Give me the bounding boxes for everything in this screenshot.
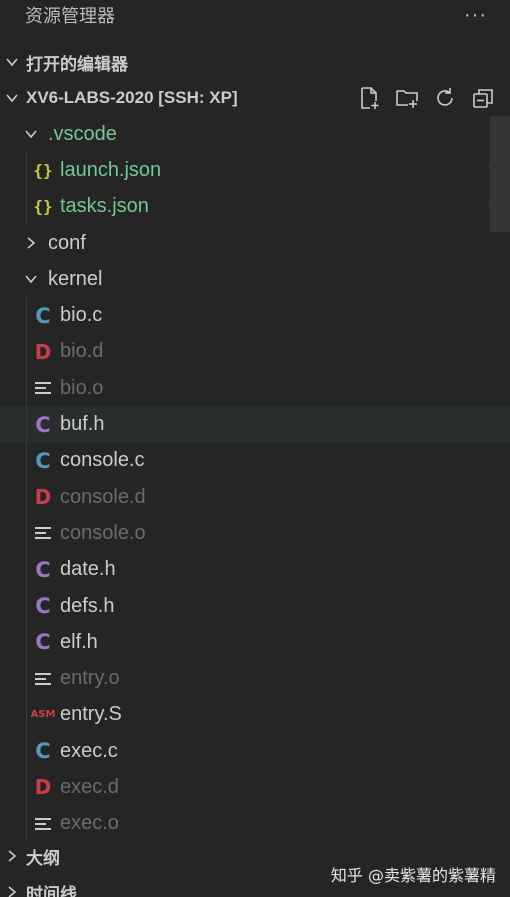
indent-guide (26, 660, 27, 697)
indent-guide (26, 370, 27, 407)
json-file-icon: {} (33, 197, 53, 217)
tree-file-row[interactable]: ASM entry.S (0, 696, 510, 734)
tree-file-row[interactable]: Cbuf.h (0, 406, 510, 443)
h-file-icon: C (35, 630, 51, 655)
tree-item-label: buf.h (60, 413, 105, 436)
tree-item-label: launch.json (60, 158, 162, 181)
tree-item-label: console.c (60, 449, 145, 472)
indent-guide (26, 624, 27, 661)
tree-item-label: exec.c (60, 739, 118, 762)
object-file-icon (32, 668, 54, 690)
object-file-icon (32, 813, 54, 835)
h-file-icon: C (35, 557, 51, 582)
object-file-icon (32, 522, 54, 544)
explorer-title: 资源管理器 (25, 6, 115, 26)
chevron-right-icon (20, 232, 42, 254)
tree-item-label: console.o (60, 521, 146, 544)
indent-guide (26, 587, 27, 625)
chevron-down-icon (2, 52, 22, 72)
json-file-icon: {} (33, 160, 53, 180)
c-file-icon: C (35, 448, 51, 473)
indent-guide (26, 406, 27, 443)
c-file-icon: C (35, 303, 51, 328)
tree-file-row[interactable]: Cexec.c (0, 733, 510, 770)
indent-guide (26, 478, 27, 516)
tree-item-label: exec.d (60, 775, 119, 798)
chevron-right-icon (2, 882, 22, 897)
d-file-icon: D (34, 339, 52, 364)
chevron-down-icon (2, 88, 22, 108)
tree-file-row[interactable]: {}tasks.jsonU (0, 188, 510, 225)
tree-file-row[interactable]: Dconsole.d (0, 478, 510, 516)
tree-file-row[interactable]: bio.o (0, 370, 510, 407)
indent-guide (26, 733, 27, 770)
tree-item-label: bio.o (60, 376, 104, 399)
d-file-icon: D (34, 485, 52, 510)
explorer-title-bar: 资源管理器 ··· (0, 0, 510, 30)
tree-item-label: date.h (60, 558, 116, 581)
tree-item-label: defs.h (60, 594, 115, 617)
chevron-right-icon (2, 846, 22, 866)
tree-item-label: entry.S (60, 703, 122, 726)
indent-guide (26, 152, 27, 189)
watermark: 知乎 @卖紫薯的紫薯精 (330, 866, 496, 885)
collapse-all-icon[interactable] (470, 85, 496, 111)
tree-item-label: tasks.json (60, 195, 149, 218)
tree-file-row[interactable]: {}launch.jsonU (0, 152, 510, 189)
indent-guide (26, 333, 27, 371)
new-folder-icon[interactable] (394, 85, 420, 111)
tree-file-row[interactable]: Cbio.c (0, 297, 510, 334)
tree-folder-row[interactable]: .vscode● (0, 116, 510, 152)
tree-item-label: bio.c (60, 304, 103, 327)
outline-label: 大纲 (26, 848, 60, 868)
indent-guide (26, 696, 27, 734)
h-file-icon: C (35, 594, 51, 618)
c-file-icon: C (35, 739, 51, 764)
tree-item-label: .vscode (48, 122, 117, 145)
tree-item-label: conf (48, 231, 86, 254)
tree-file-row[interactable]: console.o (0, 515, 510, 552)
timeline-label: 时间线 (26, 884, 77, 897)
tree-file-row[interactable]: exec.o (0, 805, 510, 842)
chevron-down-icon (20, 123, 42, 145)
new-file-icon[interactable] (356, 85, 382, 111)
indent-guide (26, 188, 27, 225)
explorer-toolbar (356, 85, 496, 111)
tree-item-label: elf.h (60, 630, 98, 653)
d-file-icon: D (34, 775, 52, 800)
tree-scrollbar[interactable] (490, 116, 510, 232)
tree-file-row[interactable]: Dexec.d (0, 769, 510, 806)
tree-file-row[interactable]: Cdate.h (0, 551, 510, 588)
open-editors-section-header[interactable]: 打开的编辑器 (0, 44, 510, 80)
tree-item-label: exec.o (60, 812, 119, 835)
tree-item-label: console.d (60, 485, 146, 508)
file-tree: .vscode●{}launch.jsonU{}tasks.jsonUconfk… (0, 116, 510, 842)
tree-item-label: bio.d (60, 340, 104, 363)
tree-folder-row[interactable]: conf (0, 225, 510, 261)
indent-guide (26, 442, 27, 479)
indent-guide (26, 769, 27, 806)
indent-guide (26, 297, 27, 334)
tree-folder-row[interactable]: kernel (0, 261, 510, 297)
more-actions-icon[interactable]: ··· (464, 4, 487, 27)
indent-guide (26, 805, 27, 842)
tree-file-row[interactable]: entry.o (0, 660, 510, 697)
tree-file-row[interactable]: Cconsole.c (0, 442, 510, 479)
project-section-header[interactable]: XV6-LABS-2020 [SSH: XP] (0, 80, 510, 116)
tree-item-label: entry.o (60, 667, 120, 690)
project-label: XV6-LABS-2020 [SSH: XP] (26, 88, 238, 107)
explorer-panel: 资源管理器 ··· 打开的编辑器 XV6-LABS-2020 [SSH: XP] (0, 0, 510, 897)
object-file-icon (32, 377, 54, 399)
tree-file-row[interactable]: Dbio.d (0, 333, 510, 371)
open-editors-label: 打开的编辑器 (26, 54, 128, 74)
chevron-down-icon (20, 268, 42, 290)
h-file-icon: C (35, 412, 51, 437)
refresh-icon[interactable] (432, 85, 458, 111)
tree-item-label: kernel (48, 267, 103, 290)
indent-guide (26, 551, 27, 588)
asm-file-icon: ASM (30, 709, 56, 721)
tree-file-row[interactable]: Cdefs.h (0, 587, 510, 625)
tree-file-row[interactable]: Celf.h (0, 624, 510, 661)
indent-guide (26, 515, 27, 552)
